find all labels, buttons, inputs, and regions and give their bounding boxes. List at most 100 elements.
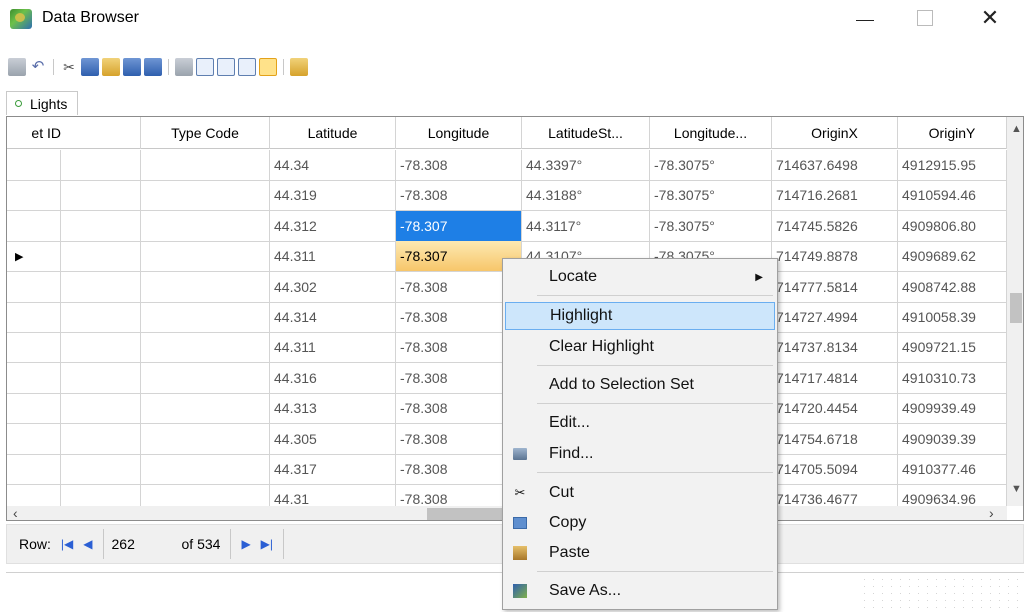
close-button[interactable]: ✕	[965, 0, 1015, 36]
table-cell[interactable]: 4910377.46	[898, 454, 1007, 484]
tab-lights[interactable]: Lights	[6, 91, 79, 115]
last-record-icon[interactable]: ▶|	[261, 537, 273, 551]
table-cell[interactable]	[61, 423, 141, 454]
column-header-latitude-st[interactable]: LatitudeSt...	[522, 117, 650, 149]
grid-icon[interactable]	[175, 58, 193, 76]
row-header[interactable]	[7, 180, 61, 211]
row-header[interactable]	[7, 271, 61, 302]
minimize-button[interactable]	[840, 0, 890, 36]
table-cell[interactable]: 44.313	[270, 393, 396, 424]
table-cell[interactable]: -78.308	[396, 150, 522, 180]
row-header[interactable]	[7, 423, 61, 454]
menu-item-save-as[interactable]: Save As...	[505, 577, 775, 605]
previous-record-icon[interactable]: ◀	[83, 537, 92, 551]
first-record-icon[interactable]: |◀	[61, 537, 73, 551]
scroll-down-icon[interactable]: ▼	[1011, 483, 1022, 495]
undo-icon[interactable]: ↶	[29, 58, 47, 76]
save-icon[interactable]	[8, 58, 26, 76]
cut-icon[interactable]: ✂	[60, 58, 78, 76]
column-header-type-code[interactable]: Type Code	[141, 117, 270, 149]
table-cell[interactable]	[141, 150, 270, 180]
menu-item-locate[interactable]: Locate ▶	[505, 263, 775, 291]
row-header[interactable]	[7, 210, 61, 241]
column-header-longitude-st[interactable]: Longitude...	[650, 117, 772, 149]
table-cell[interactable]: 44.3397°	[522, 150, 650, 180]
record-icon[interactable]	[259, 58, 277, 76]
table-cell[interactable]	[61, 210, 141, 241]
row-header[interactable]	[7, 302, 61, 332]
menu-item-add-to-selection-set[interactable]: Add to Selection Set	[505, 371, 775, 399]
table-cell[interactable]: -78.3075°	[650, 210, 772, 241]
table-cell[interactable]: 714720.4454	[772, 393, 898, 424]
column-header-origin-y[interactable]: OriginY	[898, 117, 1007, 149]
table-cell[interactable]	[141, 393, 270, 424]
table-cell[interactable]: -78.3075°	[650, 180, 772, 211]
table-cell[interactable]: 714749.8878	[772, 241, 898, 272]
table-cell[interactable]: 714727.4994	[772, 302, 898, 332]
paste-icon[interactable]	[102, 58, 120, 76]
table-cell[interactable]	[61, 302, 141, 332]
copy-icon[interactable]	[81, 58, 99, 76]
table-cell[interactable]	[141, 332, 270, 363]
table-cell[interactable]	[141, 454, 270, 484]
menu-item-cut[interactable]: ✂ Cut	[505, 479, 775, 507]
row-header[interactable]	[7, 393, 61, 424]
columns-icon[interactable]	[217, 58, 235, 76]
table-cell[interactable]: 4908742.88	[898, 271, 1007, 302]
table-cell[interactable]: 44.319	[270, 180, 396, 211]
table-row[interactable]: 44.312 -78.307 44.3117° -78.3075° 714745.582…	[7, 210, 1007, 242]
row-header[interactable]	[7, 332, 61, 363]
table-cell[interactable]	[61, 271, 141, 302]
table-icon[interactable]	[196, 58, 214, 76]
row-header[interactable]	[7, 150, 61, 180]
table-cell[interactable]: 4912915.95	[898, 150, 1007, 180]
table-cell[interactable]: -78.308	[396, 180, 522, 211]
table-cell[interactable]	[61, 454, 141, 484]
table-row[interactable]: 44.319 -78.308 44.3188° -78.3075° 714716.268…	[7, 180, 1007, 212]
table-cell[interactable]: 714716.2681	[772, 180, 898, 211]
properties-icon[interactable]	[290, 58, 308, 76]
table-cell[interactable]: 44.311	[270, 241, 396, 272]
table-cell[interactable]: 44.316	[270, 362, 396, 393]
table-cell[interactable]	[141, 362, 270, 393]
column-header-latitude[interactable]: Latitude	[270, 117, 396, 149]
table-cell[interactable]	[141, 423, 270, 454]
table-cell[interactable]: 714637.6498	[772, 150, 898, 180]
table-cell[interactable]: -78.307	[396, 210, 522, 241]
table-cell[interactable]: 44.312	[270, 210, 396, 241]
table-cell[interactable]: 4909039.39	[898, 423, 1007, 454]
table-cell[interactable]	[61, 362, 141, 393]
maximize-button[interactable]	[900, 0, 950, 36]
menu-item-highlight[interactable]: Highlight	[505, 302, 775, 330]
menu-item-find[interactable]: Find...	[505, 440, 775, 468]
column-header-et-id[interactable]: et ID	[7, 117, 61, 149]
table-cell[interactable]: 714777.5814	[772, 271, 898, 302]
table-cell[interactable]: 4909689.62	[898, 241, 1007, 272]
table-cell[interactable]: 44.311	[270, 332, 396, 363]
table-row[interactable]: 44.34 -78.308 44.3397° -78.3075° 714637.6498…	[7, 150, 1007, 181]
table-cell[interactable]: 4909721.15	[898, 332, 1007, 363]
current-row-indicator-icon[interactable]: ▶	[7, 241, 61, 272]
menu-item-copy[interactable]: Copy	[505, 509, 775, 537]
horizontal-scroll-thumb[interactable]	[427, 508, 507, 520]
table-cell[interactable]	[61, 332, 141, 363]
table-cell[interactable]: 44.305	[270, 423, 396, 454]
scroll-right-icon[interactable]: ›	[989, 505, 994, 520]
table-cell[interactable]: 714737.8134	[772, 332, 898, 363]
export-icon[interactable]	[123, 58, 141, 76]
table-cell[interactable]: 4909939.49	[898, 393, 1007, 424]
menu-item-clear-highlight[interactable]: Clear Highlight	[505, 333, 775, 361]
table-cell[interactable]: -78.3075°	[650, 150, 772, 180]
table-cell[interactable]: 44.314	[270, 302, 396, 332]
scroll-left-icon[interactable]: ‹	[13, 505, 18, 520]
table-cell[interactable]	[141, 210, 270, 241]
menu-item-edit[interactable]: Edit...	[505, 409, 775, 437]
table-cell[interactable]: 714745.5826	[772, 210, 898, 241]
menu-item-paste[interactable]: Paste	[505, 539, 775, 567]
table-cell[interactable]	[141, 271, 270, 302]
table-cell[interactable]: 714717.4814	[772, 362, 898, 393]
table-cell[interactable]	[61, 180, 141, 211]
row-number-field[interactable]: 262	[112, 536, 172, 552]
vertical-scrollbar[interactable]: ▲ ▼	[1007, 117, 1023, 506]
scroll-up-icon[interactable]: ▲	[1011, 123, 1022, 135]
